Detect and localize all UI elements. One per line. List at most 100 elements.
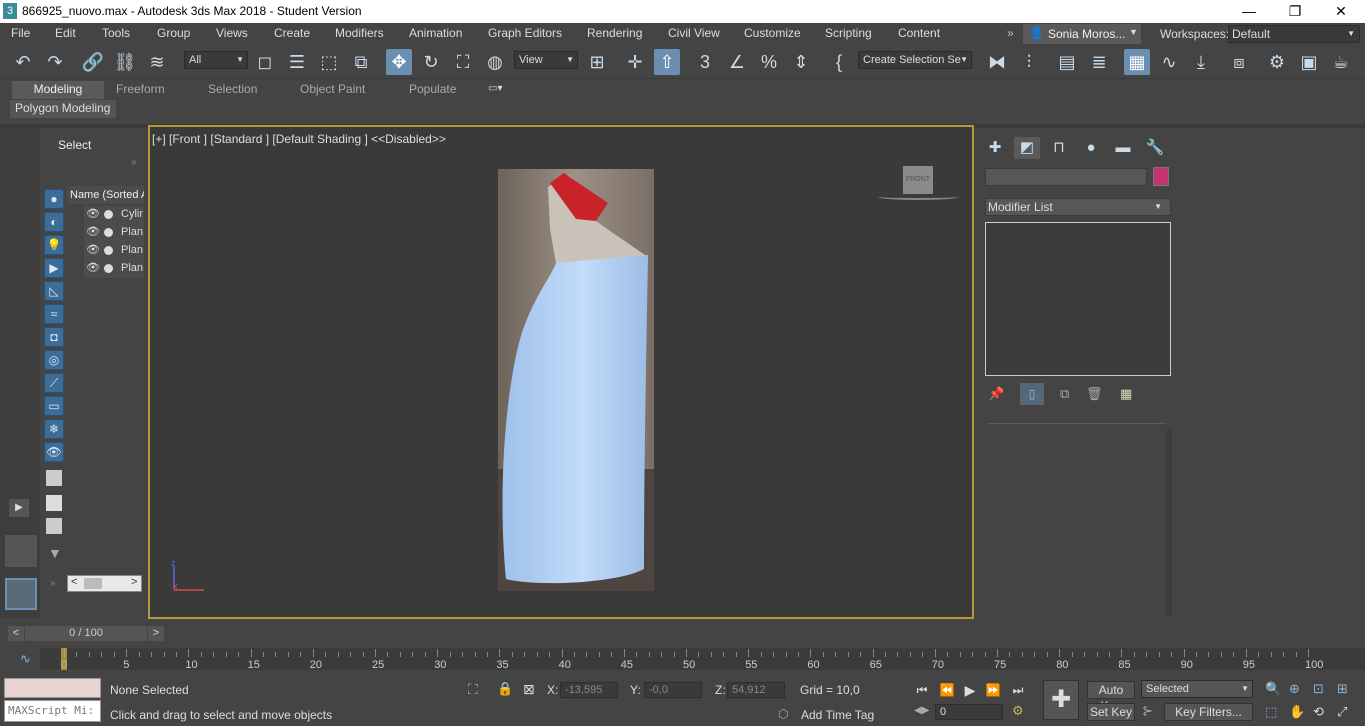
go-to-end-icon[interactable]: ⏭ <box>1008 681 1028 699</box>
menu-tools[interactable]: Tools <box>102 26 130 40</box>
freeze-icon[interactable] <box>104 264 113 273</box>
select-by-name-icon[interactable]: ☰ <box>284 49 310 75</box>
zoom-extents-icon[interactable]: ⊡ <box>1313 681 1324 697</box>
utilities-tab-icon[interactable]: 🔧 <box>1142 137 1168 159</box>
display-cameras-icon[interactable]: ▶ <box>44 258 64 278</box>
tab-populate[interactable]: Populate <box>409 82 456 99</box>
x-coordinate-field[interactable]: -13,595 <box>560 682 618 698</box>
key-filters-icon[interactable]: ⊱ <box>1142 703 1153 719</box>
maxscript-listener-output[interactable] <box>4 678 101 698</box>
scroll-left-icon[interactable]: < <box>71 576 77 588</box>
auto-key-button[interactable]: Auto Key <box>1087 681 1135 713</box>
eye-icon[interactable]: 👁 <box>86 243 100 256</box>
make-unique-icon[interactable]: ⧉ <box>1060 386 1069 402</box>
select-and-scale-icon[interactable]: ⛶ <box>450 49 476 75</box>
modifier-stack[interactable] <box>985 222 1171 376</box>
go-to-start-icon[interactable]: ⏮ <box>912 681 932 699</box>
display-geometry-icon[interactable]: ◐ <box>44 212 64 232</box>
current-frame-field[interactable]: 0 <box>935 704 1003 720</box>
set-key-button[interactable]: Set Key <box>1087 703 1135 721</box>
absolute-mode-icon[interactable]: ⊠ <box>523 681 535 698</box>
maxscript-mini-listener[interactable]: MAXScript Mi: <box>4 700 101 722</box>
menu-edit[interactable]: Edit <box>55 26 76 40</box>
keyboard-shortcut-override-icon[interactable]: ⇧ <box>654 49 680 75</box>
set-key-icon[interactable]: ✚ <box>1043 680 1079 720</box>
isolate-selection-icon[interactable]: ⛶ <box>468 681 478 698</box>
menu-animation[interactable]: Animation <box>409 26 462 40</box>
freeze-icon[interactable] <box>104 228 113 237</box>
scroll-thumb[interactable] <box>84 578 102 589</box>
undo-icon[interactable]: ↶ <box>10 49 36 75</box>
name-column-header[interactable]: Name (Sorted A <box>67 186 144 204</box>
pan-view-icon[interactable]: ✋ <box>1289 704 1305 720</box>
display-frozen-icon[interactable]: 👁 <box>44 442 64 462</box>
viewport-layout-1-icon[interactable] <box>5 578 37 610</box>
select-none-icon[interactable] <box>46 495 62 511</box>
horizontal-scrollbar[interactable]: < > <box>67 575 142 592</box>
menu-modifiers[interactable]: Modifiers <box>335 26 384 40</box>
tab-object-paint[interactable]: Object Paint <box>300 82 365 99</box>
time-configuration-arrows-icon[interactable]: ◀▶ <box>914 705 929 716</box>
spinner-snap-icon[interactable]: ⇕ <box>788 49 814 75</box>
menu-content[interactable]: Content <box>898 26 940 40</box>
display-helpers-icon[interactable]: ◺ <box>44 281 64 301</box>
selection-lock-icon[interactable]: 🔒 <box>497 681 513 697</box>
display-particles-icon[interactable]: ❄ <box>44 419 64 439</box>
display-xrefs-icon[interactable]: ◎ <box>44 350 64 370</box>
zoom-icon[interactable]: 🔍 <box>1265 681 1281 697</box>
orbit-icon[interactable]: ⟲ <box>1313 704 1324 720</box>
collapse-icon[interactable]: » <box>131 157 137 168</box>
menu-group[interactable]: Group <box>157 26 190 40</box>
percent-snap-icon[interactable]: % <box>756 49 782 75</box>
mirror-icon[interactable]: ⧓ <box>984 49 1010 75</box>
list-item[interactable]: 👁 Plan <box>84 242 144 260</box>
select-and-move-icon[interactable]: ✥ <box>386 49 412 75</box>
list-item[interactable]: 👁 Plan <box>84 224 144 242</box>
display-spacewarps-icon[interactable]: ≈ <box>44 304 64 324</box>
key-mode-dropdown[interactable]: Selected ▼ <box>1141 680 1253 698</box>
select-object-icon[interactable]: ◻ <box>252 49 278 75</box>
menu-scripting[interactable]: Scripting <box>825 26 872 40</box>
field-of-view-icon[interactable]: ⬚ <box>1265 704 1277 720</box>
rectangular-selection-icon[interactable]: ⬚ <box>316 49 342 75</box>
workspaces-dropdown[interactable]: Default ▼ <box>1228 25 1360 43</box>
menu-civil-view[interactable]: Civil View <box>668 26 720 40</box>
next-frame-icon[interactable]: > <box>148 626 164 641</box>
angle-snap-icon[interactable]: ∠ <box>724 49 750 75</box>
selection-filter-dropdown[interactable]: All ▼ <box>184 51 248 69</box>
modifier-list-dropdown[interactable]: Modifier List ▼ <box>985 198 1171 216</box>
select-and-rotate-icon[interactable]: ↻ <box>418 49 444 75</box>
time-cursor[interactable] <box>61 648 67 670</box>
select-all-icon[interactable] <box>46 470 62 486</box>
curve-editor-icon[interactable]: ∿ <box>1156 49 1182 75</box>
display-containers-icon[interactable]: ▭ <box>44 396 64 416</box>
motion-tab-icon[interactable]: ● <box>1078 137 1104 159</box>
eye-icon[interactable]: 👁 <box>86 207 100 220</box>
window-crossing-icon[interactable]: ⧉ <box>348 49 374 75</box>
align-icon[interactable]: ⫶ <box>1016 49 1042 75</box>
named-selection-dropdown[interactable]: Create Selection Se ▼ <box>858 51 972 69</box>
tab-selection[interactable]: Selection <box>208 82 257 99</box>
redo-icon[interactable]: ↷ <box>42 49 68 75</box>
remove-modifier-icon[interactable]: 🗑 <box>1086 386 1103 402</box>
freeze-icon[interactable] <box>104 210 113 219</box>
dope-sheet-icon[interactable]: ⤓ <box>1188 49 1214 75</box>
render-production-icon[interactable]: ☕ <box>1328 49 1354 75</box>
unlink-icon[interactable]: ⛓ <box>112 49 138 75</box>
menu-views[interactable]: Views <box>216 26 248 40</box>
next-key-icon[interactable]: ⏩ <box>983 681 1003 699</box>
viewcube-ring[interactable] <box>878 194 958 200</box>
menu-rendering[interactable]: Rendering <box>587 26 642 40</box>
pin-stack-icon[interactable]: 📌 <box>988 386 1004 402</box>
zoom-all-icon[interactable]: ⊕ <box>1289 681 1300 697</box>
link-icon[interactable]: 🔗 <box>80 49 106 75</box>
edit-named-selection-icon[interactable]: { <box>826 49 852 75</box>
y-coordinate-field[interactable]: -0,0 <box>644 682 702 698</box>
eye-icon[interactable]: 👁 <box>86 261 100 274</box>
bind-spacewarp-icon[interactable]: ≋ <box>144 49 170 75</box>
ribbon-options-icon[interactable]: ▭▾ <box>488 83 502 94</box>
schematic-view-icon[interactable]: ⧈ <box>1226 49 1252 75</box>
zoom-extents-all-icon[interactable]: ⊞ <box>1337 681 1348 697</box>
play-icon[interactable]: ▶ <box>960 681 980 699</box>
add-time-tag-button[interactable]: Add Time Tag <box>801 708 874 722</box>
